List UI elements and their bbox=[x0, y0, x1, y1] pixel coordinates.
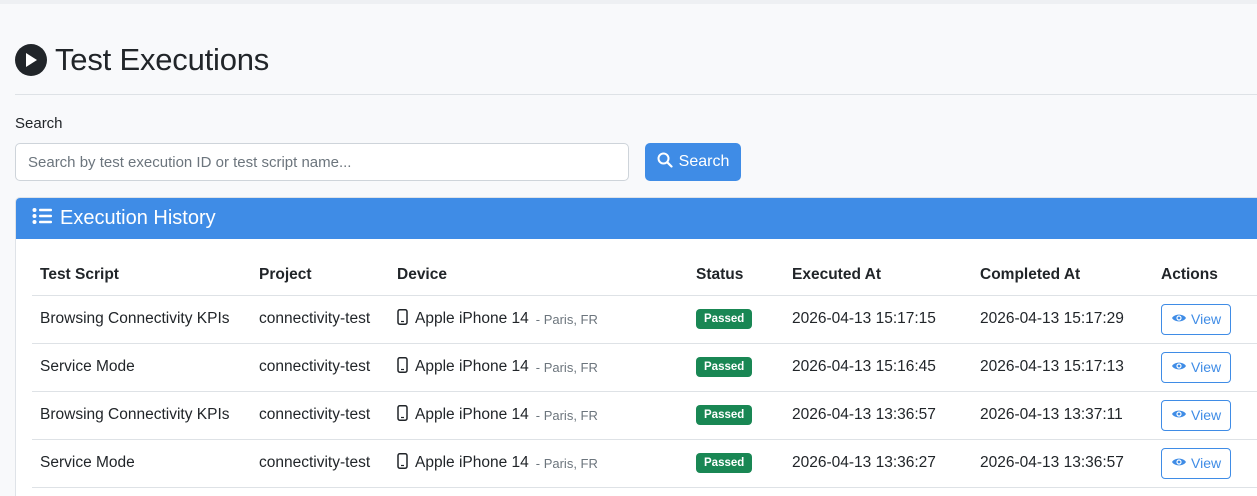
column-header-project: Project bbox=[251, 256, 389, 296]
cell-test-script: Browsing Connectivity KPIs bbox=[32, 295, 251, 344]
column-header-executed-at: Executed At bbox=[784, 256, 972, 296]
cell-project: connectivity-test bbox=[251, 295, 389, 344]
view-button[interactable]: View bbox=[1161, 303, 1232, 335]
device-location: - Paris, FR bbox=[535, 407, 598, 423]
device-name: Apple iPhone 14 bbox=[415, 406, 529, 423]
view-button[interactable]: View bbox=[1161, 351, 1232, 383]
view-button-label: View bbox=[1191, 455, 1222, 471]
title-divider bbox=[15, 94, 1257, 95]
cell-device: Apple iPhone 14 - Paris, FR bbox=[389, 295, 688, 344]
device-name: Apple iPhone 14 bbox=[415, 358, 529, 375]
view-button[interactable]: View bbox=[1161, 399, 1232, 431]
card-title: Execution History bbox=[60, 207, 216, 229]
column-header-test-script: Test Script bbox=[32, 256, 251, 296]
eye-icon bbox=[1171, 359, 1187, 375]
column-header-status: Status bbox=[688, 256, 784, 296]
search-icon bbox=[657, 152, 673, 173]
cell-executed-at: 2026-04-13 15:17:15 bbox=[784, 295, 972, 344]
column-header-completed-at: Completed At bbox=[972, 256, 1153, 296]
page-header: Test Executions bbox=[15, 40, 269, 80]
table-row: Service Mode connectivity-test Apple iPh… bbox=[32, 343, 1257, 392]
device-location: - Paris, FR bbox=[535, 455, 598, 471]
cell-completed-at: 2026-04-13 15:17:29 bbox=[972, 295, 1153, 344]
search-button[interactable]: Search bbox=[645, 143, 741, 181]
play-circle-icon bbox=[15, 44, 47, 76]
device-name: Apple iPhone 14 bbox=[415, 454, 529, 471]
cell-project: connectivity-test bbox=[251, 391, 389, 440]
eye-icon bbox=[1171, 407, 1187, 423]
cell-test-script: Service Mode bbox=[32, 343, 251, 392]
status-badge: Passed bbox=[696, 453, 753, 473]
eye-icon bbox=[1171, 455, 1187, 471]
view-button[interactable]: View bbox=[1161, 447, 1232, 479]
column-header-actions: Actions bbox=[1153, 256, 1257, 296]
cell-device: Apple iPhone 14 - Paris, FR bbox=[389, 391, 688, 440]
cell-status: Passed bbox=[688, 343, 784, 392]
cell-actions: View bbox=[1153, 391, 1257, 440]
cell-executed-at: 2026-04-13 15:16:45 bbox=[784, 343, 972, 392]
cell-completed-at: 2026-04-13 13:37:11 bbox=[972, 391, 1153, 440]
cell-project: connectivity-test bbox=[251, 343, 389, 392]
device-location: - Paris, FR bbox=[535, 311, 598, 327]
cell-test-script: Browsing Connectivity KPIs bbox=[32, 391, 251, 440]
table-header-row: Test Script Project Device Status Execut… bbox=[32, 256, 1257, 296]
page-title: Test Executions bbox=[55, 42, 270, 77]
phone-icon bbox=[397, 452, 408, 474]
cell-actions: View bbox=[1153, 295, 1257, 344]
search-button-label: Search bbox=[678, 153, 730, 170]
list-icon bbox=[32, 207, 52, 230]
view-button-label: View bbox=[1191, 311, 1222, 327]
cell-executed-at: 2026-04-13 13:36:27 bbox=[784, 439, 972, 488]
execution-table: Test Script Project Device Status Execut… bbox=[32, 256, 1257, 488]
cell-completed-at: 2026-04-13 13:36:57 bbox=[972, 439, 1153, 488]
column-header-device: Device bbox=[389, 256, 688, 296]
cell-device: Apple iPhone 14 - Paris, FR bbox=[389, 439, 688, 488]
device-location: - Paris, FR bbox=[535, 359, 598, 375]
cell-actions: View bbox=[1153, 343, 1257, 392]
cell-completed-at: 2026-04-13 15:17:13 bbox=[972, 343, 1153, 392]
device-name: Apple iPhone 14 bbox=[415, 310, 529, 327]
status-badge: Passed bbox=[696, 405, 753, 425]
search-input[interactable] bbox=[15, 143, 629, 181]
phone-icon bbox=[397, 404, 408, 426]
cell-device: Apple iPhone 14 - Paris, FR bbox=[389, 343, 688, 392]
cell-actions: View bbox=[1153, 439, 1257, 488]
status-badge: Passed bbox=[696, 357, 753, 377]
eye-icon bbox=[1171, 311, 1187, 327]
cell-test-script: Service Mode bbox=[32, 439, 251, 488]
table-row: Browsing Connectivity KPIs connectivity-… bbox=[32, 391, 1257, 440]
execution-history-card: Execution History Test Script Project De… bbox=[15, 197, 1257, 496]
cell-status: Passed bbox=[688, 439, 784, 488]
search-label: Search bbox=[15, 115, 63, 132]
table-row: Service Mode connectivity-test Apple iPh… bbox=[32, 439, 1257, 488]
status-badge: Passed bbox=[696, 309, 753, 329]
cell-status: Passed bbox=[688, 295, 784, 344]
cell-executed-at: 2026-04-13 13:36:57 bbox=[784, 391, 972, 440]
card-header: Execution History bbox=[16, 198, 1257, 239]
top-bar bbox=[0, 0, 1257, 4]
phone-icon bbox=[397, 308, 408, 330]
view-button-label: View bbox=[1191, 359, 1222, 375]
cell-status: Passed bbox=[688, 391, 784, 440]
phone-icon bbox=[397, 356, 408, 378]
view-button-label: View bbox=[1191, 407, 1222, 423]
cell-project: connectivity-test bbox=[251, 439, 389, 488]
table-row: Browsing Connectivity KPIs connectivity-… bbox=[32, 295, 1257, 344]
